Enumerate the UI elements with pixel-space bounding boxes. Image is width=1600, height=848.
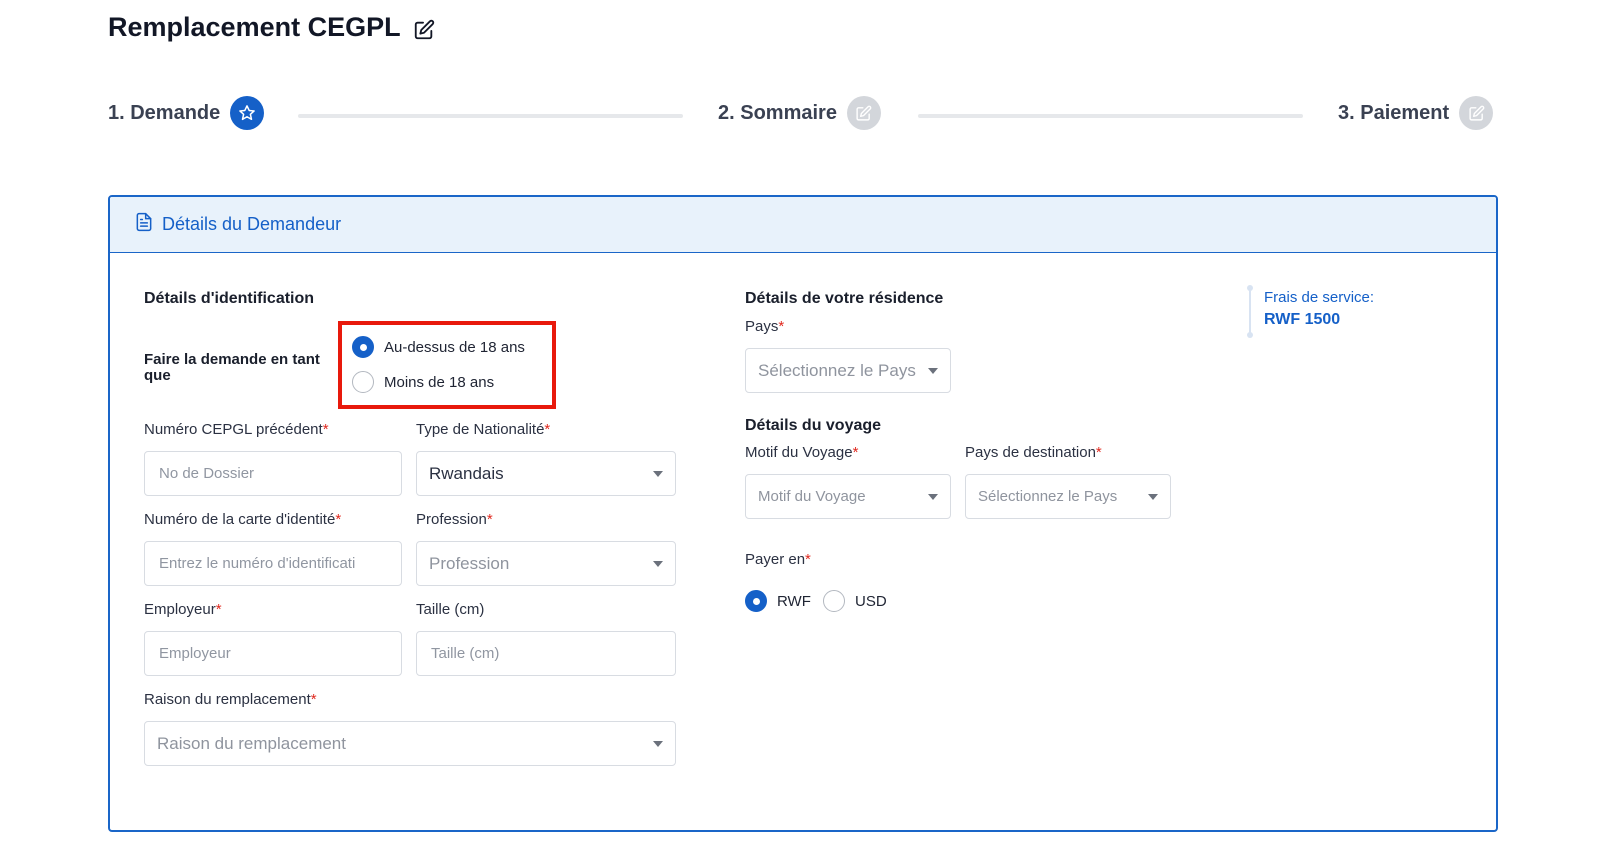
progress-stepper: 1. Demande 2. Sommaire 3. Paiement: [108, 96, 1498, 134]
id-number-label: Numéro de la carte d'identité*: [144, 511, 342, 528]
nationality-label: Type de Nationalité*: [416, 421, 551, 438]
profession-placeholder: Profession: [429, 553, 510, 573]
step-connector: [918, 114, 1303, 118]
step-label: 2. Sommaire: [718, 101, 837, 124]
card-header-title: Détails du Demandeur: [162, 214, 342, 234]
previous-number-input[interactable]: No de Dossier: [144, 451, 402, 496]
travel-reason-placeholder: Motif du Voyage: [758, 488, 866, 505]
service-fee-amount: RWF 1500: [1264, 311, 1341, 328]
previous-number-label: Numéro CEPGL précédent*: [144, 421, 329, 438]
destination-country-select[interactable]: Sélectionnez le Pays: [965, 474, 1171, 519]
edit-icon: [1459, 96, 1494, 130]
radio-option-rwf[interactable]: RWF: [745, 590, 811, 612]
payment-currency-label: Payer en*: [745, 551, 811, 568]
destination-placeholder: Sélectionnez le Pays: [978, 488, 1118, 505]
applicant-details-card: Détails du Demandeur Détails d'identific…: [108, 195, 1498, 832]
profession-label: Profession*: [416, 511, 493, 528]
chevron-down-icon: [928, 367, 938, 374]
radio-button[interactable]: [745, 590, 767, 612]
nationality-select[interactable]: Rwandais: [416, 451, 676, 496]
employer-input[interactable]: Employeur: [144, 631, 402, 676]
country-label: Pays*: [745, 318, 785, 335]
nationality-value: Rwandais: [429, 463, 504, 483]
chevron-down-icon: [653, 560, 663, 567]
page-title: Remplacement CEGPL: [108, 12, 435, 43]
radio-label: Au-dessus de 18 ans: [384, 338, 525, 356]
edit-title-icon[interactable]: [413, 17, 435, 39]
service-fee-label: Frais de service:: [1264, 289, 1375, 306]
card-header: Détails du Demandeur: [110, 197, 1496, 253]
residence-country-select[interactable]: Sélectionnez le Pays: [745, 348, 951, 393]
radio-label: RWF: [777, 592, 811, 610]
step-demande[interactable]: 1. Demande: [108, 96, 265, 130]
employer-label: Employeur*: [144, 601, 222, 618]
chevron-down-icon: [1148, 493, 1158, 500]
star-icon: [230, 96, 265, 130]
residence-country-placeholder: Sélectionnez le Pays: [758, 360, 916, 380]
step-connector: [298, 114, 683, 118]
destination-label: Pays de destination*: [965, 444, 1102, 461]
radio-button[interactable]: [352, 371, 374, 393]
step-label: 1. Demande: [108, 101, 221, 124]
page-title-text: Remplacement CEGPL: [108, 12, 401, 42]
step-sommaire[interactable]: 2. Sommaire: [718, 96, 881, 130]
radio-label: Moins de 18 ans: [384, 373, 495, 391]
radio-option-adult[interactable]: Au-dessus de 18 ans: [352, 336, 525, 358]
replacement-reason-placeholder: Raison du remplacement: [157, 733, 346, 753]
highlight-box: [338, 321, 556, 409]
fee-marker-bottom: [1247, 332, 1253, 338]
chevron-down-icon: [928, 493, 938, 500]
applicant-type-label: Faire la demande en tant que: [144, 351, 320, 384]
step-label: 3. Paiement: [1338, 101, 1450, 124]
replacement-reason-label: Raison du remplacement*: [144, 691, 317, 708]
radio-button[interactable]: [823, 590, 845, 612]
radio-label: USD: [855, 592, 887, 610]
residence-section-title: Détails de votre résidence: [745, 290, 944, 307]
chevron-down-icon: [653, 740, 663, 747]
travel-reason-label: Motif du Voyage*: [745, 444, 859, 461]
document-icon: [134, 212, 154, 237]
travel-reason-select[interactable]: Motif du Voyage: [745, 474, 951, 519]
id-number-input[interactable]: Entrez le numéro d'identificati: [144, 541, 402, 586]
replacement-reason-select[interactable]: Raison du remplacement: [144, 721, 676, 766]
travel-section-title: Détails du voyage: [745, 417, 882, 434]
edit-icon: [846, 96, 881, 130]
profession-select[interactable]: Profession: [416, 541, 676, 586]
height-label: Taille (cm): [416, 601, 485, 618]
fee-divider: [1249, 289, 1251, 333]
chevron-down-icon: [653, 470, 663, 477]
identification-section-title: Détails d'identification: [144, 290, 315, 307]
height-input[interactable]: Taille (cm): [416, 631, 676, 676]
radio-option-minor[interactable]: Moins de 18 ans: [352, 371, 494, 393]
radio-option-usd[interactable]: USD: [823, 590, 887, 612]
radio-button[interactable]: [352, 336, 374, 358]
step-paiement[interactable]: 3. Paiement: [1338, 96, 1494, 130]
